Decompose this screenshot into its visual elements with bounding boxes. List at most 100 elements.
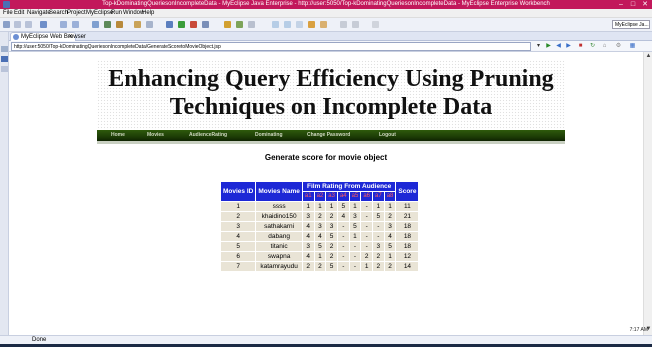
search-icon[interactable]	[146, 21, 153, 28]
editor-tab-bar: MyEclipse Web Browser ✕	[9, 32, 652, 41]
rating-cell: 4	[302, 252, 314, 261]
settings-icon[interactable]	[248, 21, 255, 28]
forward-history-icon[interactable]	[352, 21, 359, 28]
home-icon[interactable]: ⌂	[601, 43, 608, 50]
print-icon[interactable]	[25, 21, 32, 28]
table-body: 1 ssss 1 1 1 5 1-1 1 11 2 khaidino150 3 2 2 4 3-5 2 21 3 sa…	[221, 202, 419, 271]
table-row: 6 swapna 4 1 2- -2 2 1 12	[221, 252, 419, 261]
server-icon[interactable]	[72, 21, 79, 28]
rating-cell: 4	[384, 232, 396, 241]
rating-cell: 2	[314, 262, 326, 271]
tab-web-browser[interactable]: MyEclipse Web Browser ✕	[10, 32, 86, 41]
minimize-button[interactable]: –	[616, 0, 626, 9]
table-row: 7 katamrayudu 2 2 5- -1 2 2 14	[221, 262, 419, 271]
new-package-icon[interactable]	[104, 21, 111, 28]
tab-close-icon[interactable]: ✕	[68, 33, 73, 41]
forward-icon[interactable]: ▶	[565, 43, 572, 50]
open-type-icon[interactable]	[40, 21, 47, 28]
rating-cell: 4	[302, 232, 314, 241]
nav-dominating[interactable]: Dominating	[255, 132, 283, 138]
rating-cell: 4	[314, 232, 326, 241]
open-file-icon[interactable]	[134, 21, 141, 28]
menu-navigate[interactable]: Navigate	[27, 10, 51, 16]
table-row: 2 khaidino150 3 2 2 4 3-5 2 21	[221, 212, 419, 221]
settings-icon[interactable]: ⚙	[615, 43, 622, 50]
browser-menu-icon[interactable]: ▦	[629, 43, 636, 50]
rating-cell: 5	[373, 212, 384, 221]
run-icon[interactable]	[178, 21, 185, 28]
movie-id-cell: 6	[221, 252, 256, 261]
url-input[interactable]: http://user:5050/Top-kDominatingQuerieso…	[11, 42, 531, 51]
audience-header: a3	[326, 192, 337, 201]
rating-cell: 3	[302, 242, 314, 251]
rating-cell: -	[373, 232, 384, 241]
outline-icon[interactable]	[1, 66, 8, 72]
movie-id-cell: 5	[221, 242, 256, 251]
globe-icon[interactable]	[284, 21, 291, 28]
page-heading: Generate score for movie object	[264, 153, 388, 162]
rating-cell: 4	[302, 222, 314, 231]
debug-icon[interactable]	[166, 21, 173, 28]
menu-file[interactable]: File	[3, 10, 13, 16]
vertical-scrollbar[interactable]: ▲ ▼	[643, 52, 652, 335]
rating-cell: 5	[314, 242, 326, 251]
profile-icon[interactable]	[202, 21, 209, 28]
nav-audience-rating[interactable]: AudienceRating	[189, 132, 227, 138]
new-class-icon[interactable]	[116, 21, 123, 28]
menu-help[interactable]: Help	[142, 10, 154, 16]
close-button[interactable]: ✕	[640, 0, 650, 9]
open-perspective-icon[interactable]	[224, 21, 231, 28]
menu-run[interactable]: Run	[111, 10, 122, 16]
tools-icon[interactable]	[320, 21, 327, 28]
annotation-icon[interactable]	[372, 21, 379, 28]
movie-id-cell: 1	[221, 202, 256, 211]
site-title-line2: Techniques on Incomplete Data	[169, 94, 493, 120]
browser-icon[interactable]	[236, 21, 243, 28]
rating-cell: 2	[326, 252, 337, 261]
rating-cell: 2	[384, 262, 396, 271]
nav-movies[interactable]: Movies	[147, 132, 164, 138]
menu-myeclipse[interactable]: MyEclipse	[86, 10, 113, 16]
refresh-icon[interactable]: ↻	[589, 43, 596, 50]
dropdown-icon[interactable]: ▾	[535, 43, 542, 50]
pencil-icon[interactable]	[308, 21, 315, 28]
rating-cell: 2	[326, 242, 337, 251]
rating-cell: 4	[337, 212, 349, 221]
nav-logout[interactable]: Logout	[379, 132, 396, 138]
score-cell: 21	[396, 212, 419, 221]
save-icon[interactable]	[14, 21, 21, 28]
rating-cell: 3	[314, 222, 326, 231]
audience-header: a5	[349, 192, 361, 201]
nav-home[interactable]: Home	[111, 132, 125, 138]
status-bar: Done	[0, 335, 652, 344]
new-web-project-icon[interactable]	[92, 21, 99, 28]
perspective-switcher[interactable]: MyEclipse Ja...	[612, 20, 650, 29]
rating-cell: 2	[326, 212, 337, 221]
stop-icon[interactable]: ■	[577, 43, 584, 50]
audience-header: a1	[302, 192, 314, 201]
maximize-button[interactable]: □	[628, 0, 638, 9]
rating-cell: -	[361, 202, 373, 211]
movie-id-cell: 4	[221, 232, 256, 241]
restore-view-icon[interactable]	[1, 46, 8, 52]
main-toolbar: MyEclipse Ja...	[0, 18, 652, 32]
column-header-movies-name: Movies Name	[256, 182, 302, 201]
refresh-icon[interactable]	[272, 21, 279, 28]
menu-edit[interactable]: Edit	[14, 10, 24, 16]
left-trim-bar	[0, 32, 9, 335]
menu-search[interactable]: Search	[49, 10, 68, 16]
rating-cell: -	[349, 252, 361, 261]
nav-change-password[interactable]: Change Password	[307, 132, 350, 138]
rating-cell: 1	[384, 202, 396, 211]
bookmark-icon[interactable]	[296, 21, 303, 28]
back-history-icon[interactable]	[340, 21, 347, 28]
deploy-icon[interactable]	[60, 21, 67, 28]
external-tools-icon[interactable]	[190, 21, 197, 28]
movie-name-cell: katamrayudu	[256, 262, 302, 271]
menu-project[interactable]: Project	[67, 10, 86, 16]
package-explorer-icon[interactable]	[1, 56, 8, 62]
go-icon[interactable]: ▶	[545, 43, 552, 50]
scroll-up-icon[interactable]: ▲	[645, 53, 652, 59]
new-icon[interactable]	[3, 21, 10, 28]
back-icon[interactable]: ◀	[555, 43, 562, 50]
